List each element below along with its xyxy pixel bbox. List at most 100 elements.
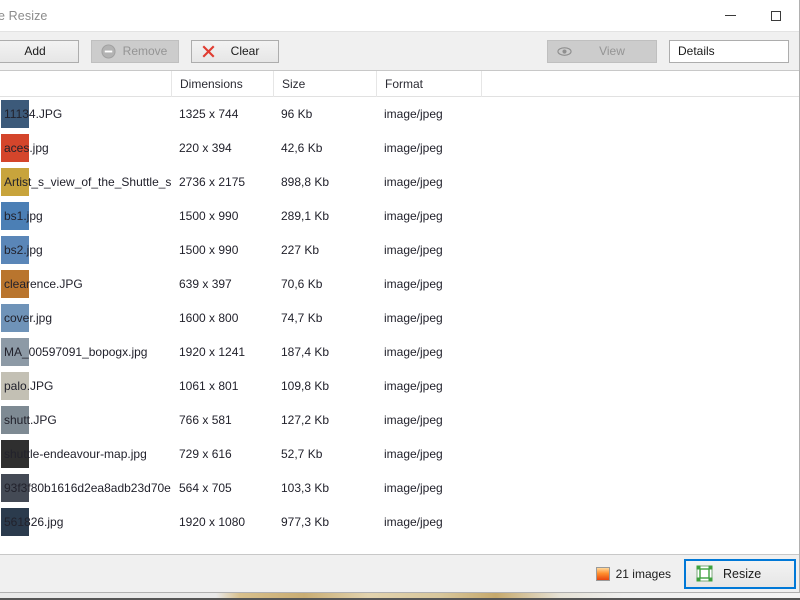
image-resize-window: ge Resize Add (0, 0, 800, 593)
remove-button[interactable]: Remove (91, 39, 179, 63)
cell-dimensions: 1500 x 990 (179, 209, 239, 223)
list-header-row: Dimensions Size Format (0, 71, 799, 97)
view-button[interactable]: View (547, 39, 657, 63)
table-row[interactable]: shuttle-endeavour-map.jpg 729 x 616 52,7 K… (0, 437, 799, 471)
cell-dimensions: 1920 x 1080 (179, 515, 246, 529)
resize-arrows-icon (696, 565, 713, 582)
cell-format: image/jpeg (384, 277, 443, 291)
cell-file-name: cover.jpg (4, 311, 53, 325)
cell-format: image/jpeg (384, 107, 443, 121)
cell-file-name: 561826.jpg (4, 515, 64, 529)
cell-format: image/jpeg (384, 379, 443, 393)
cell-format: image/jpeg (384, 175, 443, 189)
cell-format: image/jpeg (384, 447, 443, 461)
cell-file-name: Artist_s_view_of_the_Shuttle_s... (4, 175, 171, 189)
cell-size: 52,7 Kb (281, 447, 323, 461)
cell-file-name: aces.jpg (4, 141, 49, 155)
cell-format: image/jpeg (384, 311, 443, 325)
window-title: ge Resize (0, 8, 48, 23)
table-row[interactable]: aces.jpg 220 x 394 42,6 Kb image/jpeg (0, 131, 799, 165)
image-count-label: 21 images (615, 566, 671, 581)
cell-size: 96 Kb (281, 107, 313, 121)
table-row[interactable]: bs1.jpg 1500 x 990 289,1 Kb image/jpeg (0, 199, 799, 233)
image-list[interactable]: Dimensions Size Format 11134.JPG 1325 x 7… (0, 71, 799, 554)
title-bar: ge Resize (0, 0, 799, 31)
desktop-background-strip (0, 593, 800, 600)
cell-file-name: shutt.JPG (4, 413, 57, 427)
table-row[interactable]: shutt.JPG 766 x 581 127,2 Kb image/jpeg (0, 403, 799, 437)
eye-icon (556, 43, 572, 59)
cell-format: image/jpeg (384, 243, 443, 257)
table-row[interactable]: MA_00597091_bopogx.jpg 1920 x 1241 187,4 K… (0, 335, 799, 369)
image-count: 21 images (595, 566, 671, 581)
add-button[interactable]: Add (0, 39, 79, 63)
cell-file-name: shuttle-endeavour-map.jpg (4, 447, 147, 461)
cell-dimensions: 2736 x 2175 (179, 175, 246, 189)
table-row[interactable]: 11134.JPG 1325 x 744 96 Kb image/jpeg (0, 97, 799, 131)
column-header-name[interactable] (1, 71, 171, 97)
table-row[interactable]: 561826.jpg 1920 x 1080 977,3 Kb image/jpeg (0, 505, 799, 539)
cell-size: 103,3 Kb (281, 481, 330, 495)
cell-format: image/jpeg (384, 209, 443, 223)
clear-button-label: Clear (230, 44, 260, 58)
cell-dimensions: 1600 x 800 (179, 311, 239, 325)
cell-size: 898,8 Kb (281, 175, 330, 189)
cell-dimensions: 729 x 616 (179, 447, 232, 461)
cell-dimensions: 639 x 397 (179, 277, 232, 291)
cell-dimensions: 1920 x 1241 (179, 345, 246, 359)
images-stack-icon (595, 566, 610, 581)
cell-format: image/jpeg (384, 141, 443, 155)
cell-file-name: clearence.JPG (4, 277, 83, 291)
cell-format: image/jpeg (384, 515, 443, 529)
table-row[interactable]: palo.JPG 1061 x 801 109,8 Kb image/jpeg (0, 369, 799, 403)
table-row[interactable]: Artist_s_view_of_the_Shuttle_s... 2736 x … (0, 165, 799, 199)
cell-size: 42,6 Kb (281, 141, 323, 155)
add-button-label: Add (24, 44, 46, 58)
cell-dimensions: 1325 x 744 (179, 107, 239, 121)
column-divider[interactable] (481, 71, 482, 97)
resize-button[interactable]: Resize (684, 558, 796, 589)
column-header-format[interactable]: Format (376, 71, 481, 97)
list-body: 11134.JPG 1325 x 744 96 Kb image/jpeg aces.j… (0, 97, 799, 539)
cell-file-name: bs1.jpg (4, 209, 43, 223)
minus-circle-icon (100, 43, 116, 59)
cell-format: image/jpeg (384, 345, 443, 359)
cell-file-name: MA_00597091_bopogx.jpg (4, 345, 148, 359)
table-row[interactable]: bs2.jpg 1500 x 990 227 Kb image/jpeg (0, 233, 799, 267)
cell-file-name: 11134.JPG (4, 107, 63, 121)
view-button-label: View (599, 44, 625, 58)
screen: ge Resize Add (0, 0, 800, 600)
clear-button[interactable]: Clear (191, 39, 279, 63)
column-header-dimensions[interactable]: Dimensions (171, 71, 273, 97)
cell-file-name: bs2.jpg (4, 243, 43, 257)
cell-dimensions: 1061 x 801 (179, 379, 239, 393)
cell-size: 289,1 Kb (281, 209, 330, 223)
table-row[interactable]: 93f3f80b1616d2ea8adb23d70e... 564 x 705 10… (0, 471, 799, 505)
status-bar: 21 images Resize (0, 554, 799, 592)
column-header-size[interactable]: Size (273, 71, 376, 97)
cell-file-name: palo.JPG (4, 379, 54, 393)
cell-dimensions: 1500 x 990 (179, 243, 239, 257)
cell-dimensions: 564 x 705 (179, 481, 232, 495)
resize-button-label: Resize (723, 566, 762, 581)
cell-file-name: 93f3f80b1616d2ea8adb23d70e... (4, 481, 171, 495)
cell-size: 127,2 Kb (281, 413, 330, 427)
toolbar: Add Remove Clear View Details (0, 31, 799, 71)
clear-x-icon (200, 43, 216, 59)
table-row[interactable]: clearence.JPG 639 x 397 70,6 Kb image/jpeg (0, 267, 799, 301)
cell-size: 74,7 Kb (281, 311, 323, 325)
table-row[interactable]: cover.jpg 1600 x 800 74,7 Kb image/jpeg (0, 301, 799, 335)
cell-dimensions: 220 x 394 (179, 141, 232, 155)
cell-size: 187,4 Kb (281, 345, 330, 359)
cell-size: 109,8 Kb (281, 379, 330, 393)
cell-size: 227 Kb (281, 243, 320, 257)
minimize-icon[interactable] (707, 0, 753, 31)
maximize-icon[interactable] (753, 0, 799, 31)
cell-dimensions: 766 x 581 (179, 413, 232, 427)
cell-format: image/jpeg (384, 413, 443, 427)
cell-size: 70,6 Kb (281, 277, 323, 291)
view-mode-select[interactable]: Details (669, 39, 789, 63)
cell-format: image/jpeg (384, 481, 443, 495)
caption-button-group (707, 0, 799, 31)
cell-size: 977,3 Kb (281, 515, 330, 529)
